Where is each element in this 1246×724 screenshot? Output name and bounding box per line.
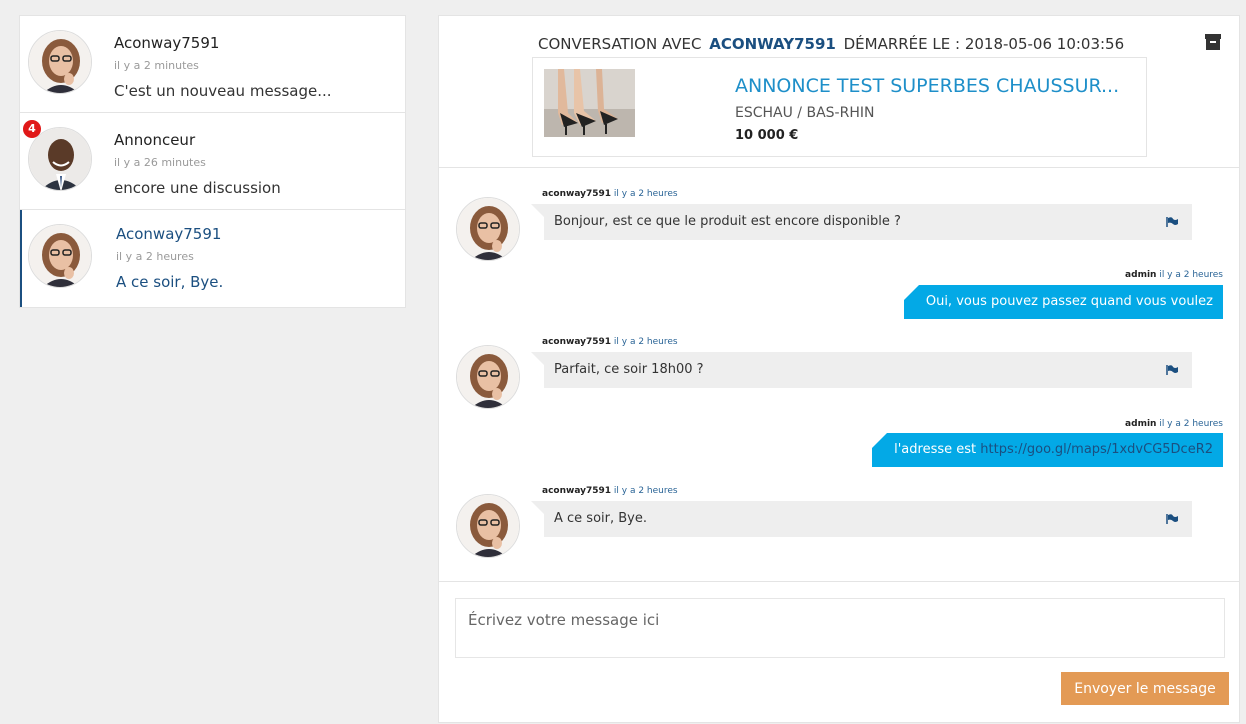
message-meta: admin il y a 2 heures: [1125, 419, 1223, 429]
message-composer: Envoyer le message: [439, 581, 1239, 724]
message-time: il y a 2 heures: [613, 486, 678, 496]
woman-avatar: [28, 30, 92, 94]
conversation-preview: C'est un nouveau message...: [114, 82, 332, 100]
message-text: Parfait, ce soir 18h00 ?: [554, 362, 704, 377]
listing-location: ESCHAU / BAS-RHIN: [735, 105, 875, 121]
woman-avatar: [456, 197, 520, 261]
title-started: DÉMARRÉE LE : 2018-05-06 10:03:56: [843, 35, 1125, 53]
outgoing-message-bubble: Oui, vous pouvez passez quand vous voule…: [903, 285, 1223, 319]
message-bubble: Parfait, ce soir 18h00 ?: [531, 352, 1192, 388]
message-meta: aconway7591 il y a 2 heures: [542, 486, 678, 496]
listing-card[interactable]: ANNONCE TEST SUPERBES CHAUSSUR... ESCHAU…: [532, 57, 1147, 157]
conversation-preview: encore une discussion: [114, 179, 281, 197]
conversation-name: Annonceur: [114, 131, 196, 149]
title-user[interactable]: ACONWAY7591: [709, 35, 836, 53]
message-meta: admin il y a 2 heures: [1125, 270, 1223, 280]
message-author: aconway7591: [542, 189, 612, 199]
listing-image[interactable]: [544, 69, 635, 137]
send-message-button[interactable]: Envoyer le message: [1061, 672, 1229, 705]
title-prefix: CONVERSATION AVEC: [538, 35, 702, 53]
message-bubble: A ce soir, Bye.: [531, 501, 1192, 537]
unread-badge: 4: [23, 120, 41, 138]
man-avatar: [28, 127, 92, 191]
message-time: il y a 2 heures: [613, 189, 678, 199]
message-text: Oui, vous pouvez passez quand vous voule…: [925, 294, 1213, 309]
message-text: Bonjour, est ce que le produit est encor…: [554, 214, 901, 229]
conversation-time: il y a 2 minutes: [114, 59, 199, 72]
conversation-item-active[interactable]: Aconway7591 il y a 2 heures A ce soir, B…: [20, 210, 405, 307]
message-input[interactable]: [455, 598, 1225, 658]
conversation-panel: CONVERSATION AVEC ACONWAY7591 DÉMARRÉE L…: [438, 15, 1240, 723]
flag-icon[interactable]: [1166, 365, 1178, 375]
flag-icon[interactable]: [1166, 514, 1178, 524]
listing-price: 10 000 €: [735, 128, 799, 143]
message-time: il y a 2 heures: [613, 337, 678, 347]
woman-avatar: [28, 224, 92, 288]
listing-title[interactable]: ANNONCE TEST SUPERBES CHAUSSUR...: [735, 75, 1119, 97]
conversation-time: il y a 26 minutes: [114, 156, 206, 169]
conversation-item[interactable]: 4 Annonceur il y a 26 minutes encore une…: [20, 113, 405, 210]
message-text: A ce soir, Bye.: [554, 511, 647, 526]
woman-avatar: [456, 494, 520, 558]
message-text: l'adresse est: [894, 442, 977, 457]
outgoing-message-bubble: l'adresse est https://goo.gl/maps/1xdvCG…: [872, 433, 1223, 467]
message-author: aconway7591: [542, 486, 612, 496]
message-time: il y a 2 heures: [1159, 270, 1223, 280]
message-author: aconway7591: [542, 337, 612, 347]
conversation-list: Aconway7591 il y a 2 minutes C'est un no…: [19, 15, 406, 308]
message-meta: aconway7591 il y a 2 heures: [542, 189, 678, 199]
conversation-item[interactable]: Aconway7591 il y a 2 minutes C'est un no…: [20, 16, 405, 113]
message-link[interactable]: https://goo.gl/maps/1xdvCG5DceR2: [980, 442, 1213, 457]
woman-avatar: [456, 345, 520, 409]
conversation-preview: A ce soir, Bye.: [116, 273, 224, 291]
conversation-header: CONVERSATION AVEC ACONWAY7591 DÉMARRÉE L…: [439, 16, 1239, 168]
conversation-title: CONVERSATION AVEC ACONWAY7591 DÉMARRÉE L…: [538, 35, 1124, 53]
message-meta: aconway7591 il y a 2 heures: [542, 337, 678, 347]
conversation-name: Aconway7591: [114, 34, 220, 52]
flag-icon[interactable]: [1166, 217, 1178, 227]
message-author: admin: [1125, 419, 1157, 429]
message-thread: aconway7591 il y a 2 heures Bonjour, est…: [439, 168, 1239, 580]
conversation-time: il y a 2 heures: [116, 250, 194, 263]
message-bubble: Bonjour, est ce que le produit est encor…: [531, 204, 1192, 240]
message-time: il y a 2 heures: [1159, 419, 1223, 429]
conversation-name: Aconway7591: [116, 225, 222, 243]
message-author: admin: [1125, 270, 1157, 280]
archive-icon[interactable]: [1204, 33, 1222, 51]
